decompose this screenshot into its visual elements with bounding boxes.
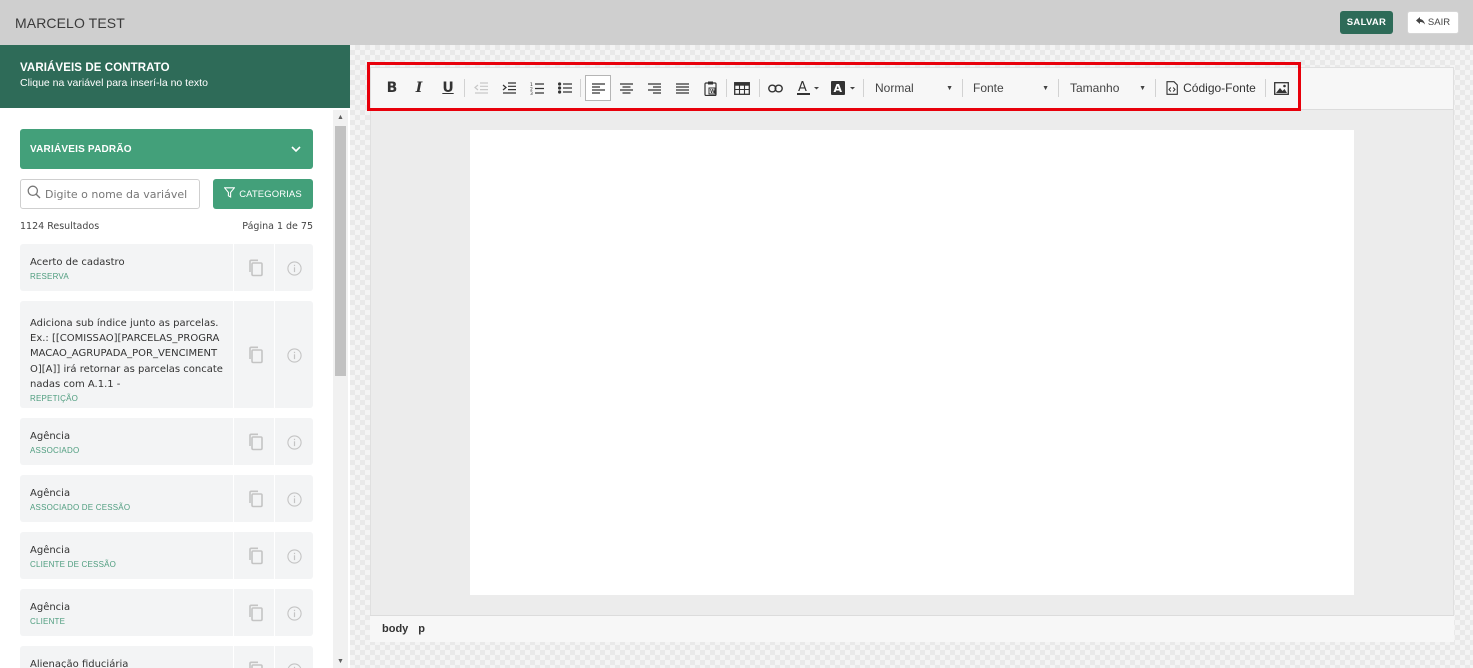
exit-label: SAIR [1427, 17, 1451, 28]
filter-icon [223, 187, 236, 201]
variable-name: Agência [30, 602, 71, 613]
info-icon[interactable] [275, 547, 313, 565]
item-divider [233, 589, 234, 636]
copy-icon[interactable] [236, 661, 274, 668]
copy-icon[interactable] [236, 433, 274, 451]
info-icon[interactable] [275, 490, 313, 508]
variable-category: ASSOCIADO [30, 446, 80, 456]
variable-text: Agência ASSOCIADO [20, 418, 233, 455]
copy-icon[interactable] [236, 259, 274, 277]
variable-text: Alienação fiduciária [20, 646, 233, 668]
variable-text: Agência CLIENTE DE CESSÃO [20, 532, 233, 569]
list-item[interactable]: Acerto de cadastro RESERVA [20, 244, 313, 291]
variable-category: CLIENTE DE CESSÃO [30, 560, 117, 570]
copy-icon[interactable] [236, 490, 274, 508]
list-item[interactable]: Adiciona sub índice junto as parcelas. E… [20, 301, 313, 408]
info-icon[interactable] [275, 604, 313, 622]
list-item[interactable]: Agência CLIENTE DE CESSÃO [20, 532, 313, 579]
sidebar-scrollbar[interactable]: ▲ ▼ [333, 110, 348, 668]
categories-button[interactable]: CATEGORIAS [213, 179, 313, 209]
scroll-up-arrow-icon[interactable]: ▲ [333, 110, 348, 124]
exit-button[interactable]: SAIR [1407, 11, 1459, 34]
save-button[interactable]: SALVAR [1340, 11, 1393, 34]
scroll-down-arrow-icon[interactable]: ▼ [333, 654, 348, 668]
variable-text: Agência ASSOCIADO DE CESSÃO [20, 475, 233, 512]
search-input[interactable] [45, 187, 193, 201]
item-divider [233, 646, 234, 668]
info-icon[interactable] [275, 433, 313, 451]
list-item[interactable]: Agência CLIENTE [20, 589, 313, 636]
document-page[interactable] [470, 130, 1354, 595]
info-icon[interactable] [275, 259, 313, 277]
sidebar-header: VARIÁVEIS DE CONTRATO Clique na variável… [0, 45, 350, 108]
variable-name: Agência [30, 545, 71, 556]
path-p[interactable]: p [418, 623, 425, 635]
variable-category: REPETIÇÃO [30, 394, 79, 404]
result-count: 1124 Resultados [20, 221, 100, 232]
info-icon[interactable] [275, 661, 313, 668]
variable-name: Acerto de cadastro [30, 257, 125, 268]
categories-label: CATEGORIAS [239, 188, 302, 200]
variable-text: Acerto de cadastro RESERVA [20, 244, 233, 281]
toolbar-highlight-frame [367, 62, 1301, 111]
variable-text: Adiciona sub índice junto as parcelas. E… [20, 301, 233, 403]
info-icon[interactable] [275, 346, 313, 364]
variable-name: Agência [30, 488, 71, 499]
list-item[interactable]: Alienação fiduciária [20, 646, 313, 668]
variable-category: RESERVA [30, 272, 69, 282]
default-variables-label: VARIÁVEIS PADRÃO [30, 143, 132, 155]
copy-icon[interactable] [236, 547, 274, 565]
page-title: MARCELO TEST [15, 14, 125, 31]
variable-name: Agência [30, 431, 71, 442]
element-path-bar: body p [370, 615, 1454, 642]
copy-icon[interactable] [236, 346, 274, 364]
variable-category: ASSOCIADO DE CESSÃO [30, 503, 131, 513]
item-divider [233, 244, 234, 291]
variables-sidebar: VARIÁVEIS DE CONTRATO Clique na variável… [0, 45, 350, 668]
path-body[interactable]: body [382, 623, 408, 635]
scrollbar-thumb[interactable] [335, 126, 346, 376]
variable-text: Agência CLIENTE [20, 589, 233, 626]
top-bar: MARCELO TEST [0, 0, 1473, 45]
list-item[interactable]: Agência ASSOCIADO DE CESSÃO [20, 475, 313, 522]
chevron-down-icon [291, 144, 301, 155]
variable-list: Acerto de cadastro RESERVA Adiciona sub ín… [20, 244, 313, 668]
variable-search[interactable] [20, 179, 200, 209]
sidebar-title: VARIÁVEIS DE CONTRATO [20, 62, 170, 74]
variable-name: Adiciona sub índice junto as parcelas. E… [30, 318, 223, 390]
default-variables-dropdown[interactable]: VARIÁVEIS PADRÃO [20, 129, 313, 169]
item-divider [233, 532, 234, 579]
reply-arrow-icon [1415, 17, 1425, 28]
sidebar-subtitle: Clique na variável para inserí-la no tex… [20, 77, 208, 89]
item-divider [233, 301, 234, 408]
variable-name: Alienação fiduciária [30, 659, 129, 668]
page-info: Página 1 de 75 [242, 221, 313, 232]
list-item[interactable]: Agência ASSOCIADO [20, 418, 313, 465]
variable-category: CLIENTE [30, 617, 66, 627]
item-divider [233, 418, 234, 465]
copy-icon[interactable] [236, 604, 274, 622]
search-icon [27, 185, 41, 204]
item-divider [233, 475, 234, 522]
